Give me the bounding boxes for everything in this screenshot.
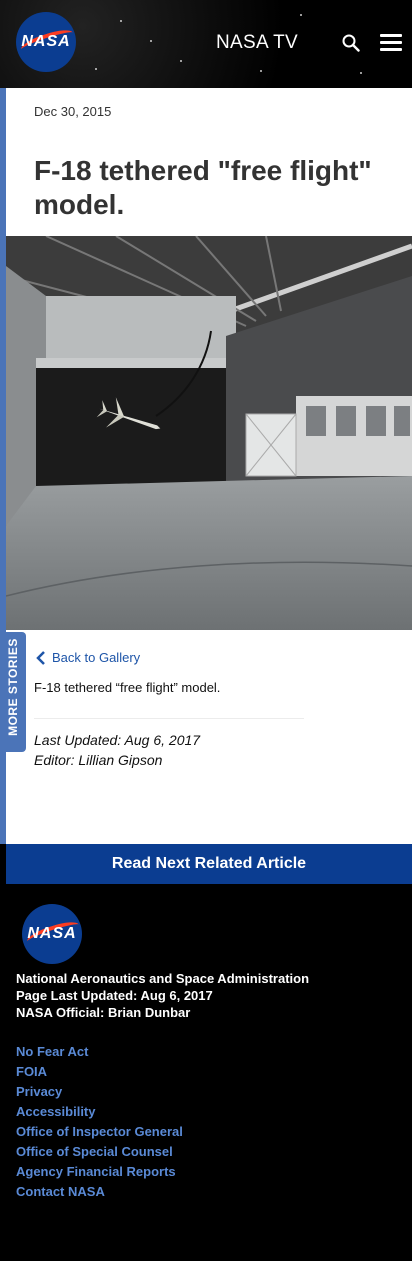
chevron-left-icon <box>36 650 45 665</box>
article-date: Dec 30, 2015 <box>34 104 112 119</box>
image-caption: F-18 tethered “free flight” model. <box>34 680 221 695</box>
last-updated: Last Updated: Aug 6, 2017 <box>34 732 201 748</box>
back-link-label: Back to Gallery <box>52 650 141 665</box>
editor-credit: Editor: Lillian Gipson <box>34 752 163 768</box>
divider <box>34 718 304 719</box>
read-next-button[interactable]: Read Next Related Article <box>6 844 412 884</box>
nasa-tv-link[interactable]: NASA TV <box>216 32 298 54</box>
footer-nasa-logo[interactable]: NASA <box>22 904 82 964</box>
page-last-updated: Page Last Updated: Aug 6, 2017 <box>16 988 213 1003</box>
footer-link-special-counsel[interactable]: Office of Special Counsel <box>16 1142 183 1162</box>
footer-link-privacy[interactable]: Privacy <box>16 1082 183 1102</box>
nasa-logo[interactable]: NASA <box>16 12 76 72</box>
read-next-label: Read Next Related Article <box>111 855 307 872</box>
footer-link-foia[interactable]: FOIA <box>16 1062 183 1082</box>
site-header: NASA NASA TV <box>0 0 412 88</box>
article-panel: Dec 30, 2015 F-18 tethered "free flight"… <box>6 88 412 844</box>
agency-name: National Aeronautics and Space Administr… <box>16 971 310 986</box>
footer-links: No Fear Act FOIA Privacy Accessibility O… <box>16 1042 183 1202</box>
back-to-gallery-link[interactable]: Back to Gallery <box>36 650 140 665</box>
footer-link-inspector-general[interactable]: Office of Inspector General <box>16 1122 183 1142</box>
article-title: F-18 tethered "free flight" model. <box>34 155 372 220</box>
more-stories-tab[interactable]: MORE STORIES <box>0 632 26 752</box>
hamburger-menu-icon[interactable] <box>380 34 402 52</box>
footer-link-accessibility[interactable]: Accessibility <box>16 1102 183 1122</box>
logo-text: NASA <box>27 925 77 942</box>
search-icon[interactable] <box>342 34 360 52</box>
footer-link-contact-nasa[interactable]: Contact NASA <box>16 1182 183 1202</box>
footer-link-no-fear-act[interactable]: No Fear Act <box>16 1042 183 1062</box>
nasa-official: NASA Official: Brian Dunbar <box>16 1005 191 1020</box>
more-stories-label: MORE STORIES <box>6 638 20 736</box>
article-image <box>6 236 412 630</box>
footer-info: National Aeronautics and Space Administr… <box>16 970 309 1021</box>
site-footer: NASA National Aeronautics and Space Admi… <box>0 884 412 1261</box>
footer-link-financial-reports[interactable]: Agency Financial Reports <box>16 1162 183 1182</box>
logo-text: NASA <box>21 33 71 50</box>
